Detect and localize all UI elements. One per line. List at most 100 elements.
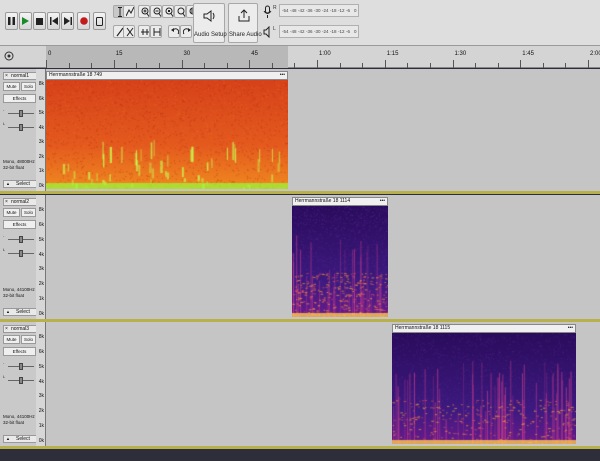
meter-tick-label: 0	[354, 8, 357, 13]
frequency-label: 2k	[38, 408, 44, 415]
pan-slider-knob[interactable]	[19, 124, 23, 131]
share-audio-button[interactable]: Share Audio	[228, 3, 262, 43]
collapse-arrow-icon[interactable]: ▲	[6, 181, 10, 187]
pan-slider[interactable]	[8, 124, 34, 131]
collapse-arrow-icon[interactable]: ▲	[6, 436, 10, 442]
close-icon[interactable]: ×	[5, 73, 8, 79]
track-control-panel[interactable]: × normal2 ▼ Mute Solo Effects - + L R Mo…	[0, 195, 46, 319]
envelope-icon	[126, 7, 134, 17]
undo-button[interactable]	[168, 25, 180, 38]
track-format-info: Mono, 44100Hz 32-bit float	[3, 287, 35, 299]
solo-button[interactable]: Solo	[21, 82, 36, 91]
effects-button[interactable]: Effects	[3, 94, 36, 103]
audacity-window: Audio Setup Share Audio R -54 -48 -42 -36 -3…	[0, 0, 600, 461]
skip-start-button[interactable]	[47, 12, 60, 30]
stop-button[interactable]	[33, 12, 46, 30]
skip-end-button[interactable]	[61, 12, 74, 30]
ruler-minor-tick	[271, 63, 273, 68]
play-meter-label-l: L	[273, 26, 276, 32]
track-separator[interactable]	[0, 191, 600, 194]
ruler-tick	[46, 60, 47, 68]
trim-button[interactable]	[138, 25, 150, 38]
timeline-options-icon[interactable]	[4, 51, 14, 61]
pan-slider[interactable]	[8, 250, 34, 257]
close-icon[interactable]: ×	[5, 199, 8, 205]
pan-slider[interactable]	[8, 377, 34, 384]
meter-tick-label: -6	[346, 8, 351, 13]
clip-header[interactable]: Herrmannstraße 18 749 •••	[46, 71, 288, 80]
fit-selection-button[interactable]	[162, 5, 174, 18]
envelope-tool[interactable]	[123, 5, 135, 18]
rec-meter-label-r: R	[273, 5, 277, 11]
redo-button[interactable]	[180, 25, 192, 38]
spectrogram[interactable]	[46, 80, 288, 189]
frequency-ruler[interactable]: 8k 6k 5k 4k 3k 2k 1k 0k	[36, 69, 46, 191]
frequency-label: 4k	[38, 251, 44, 258]
record-meter[interactable]: -54 -48 -42 -36 -30 -24 -18 -12 -6 0	[279, 4, 359, 17]
record-button[interactable]	[77, 12, 90, 30]
multi-tool[interactable]	[123, 25, 135, 38]
playback-meter[interactable]: -54 -48 -42 -36 -30 -24 -18 -12 -6 0	[279, 25, 359, 38]
silence-button[interactable]	[150, 25, 162, 38]
gain-slider-knob[interactable]	[19, 363, 23, 370]
effects-button[interactable]: Effects	[3, 220, 36, 229]
spectrogram[interactable]	[392, 333, 576, 444]
clip-header[interactable]: Herrmannstraße 18 1114 •••	[292, 197, 388, 206]
gain-slider[interactable]	[8, 363, 34, 370]
solo-button[interactable]: Solo	[21, 335, 36, 344]
fit-project-button[interactable]	[174, 5, 186, 18]
timeline-ruler[interactable]: 0 15 30 45 1:00 1:15 1:30 1:45 2:00	[0, 46, 600, 68]
ruler-minor-tick	[226, 63, 228, 68]
zoom-in-icon	[141, 7, 149, 17]
pan-slider-knob[interactable]	[19, 377, 23, 384]
effects-button[interactable]: Effects	[3, 347, 36, 356]
clip-header[interactable]: Herrmannstraße 18 1115 •••	[392, 324, 576, 333]
track-name-label: normal2	[11, 199, 30, 205]
frequency-ruler[interactable]: 8k 6k 5k 4k 3k 2k 1k 0k	[36, 195, 46, 319]
meter-tick-label: -30	[314, 29, 321, 34]
ruler-minor-tick	[158, 63, 160, 68]
clip-menu-icon[interactable]: •••	[280, 72, 285, 79]
pause-icon	[8, 17, 15, 25]
zoom-in-button[interactable]	[138, 5, 150, 18]
gain-slider-knob[interactable]	[19, 110, 23, 117]
clip-menu-icon[interactable]: •••	[380, 198, 385, 205]
gain-slider-knob[interactable]	[19, 236, 23, 243]
mute-button[interactable]: Mute	[3, 208, 20, 217]
record-icon	[79, 17, 88, 25]
collapse-arrow-icon[interactable]: ▲	[6, 309, 10, 315]
mute-button[interactable]: Mute	[3, 335, 20, 344]
zoom-out-button[interactable]	[150, 5, 162, 18]
audio-clip[interactable]: Herrmannstraße 18 1114 •••	[292, 197, 388, 317]
frequency-ruler[interactable]: 8k 6k 5k 4k 3k 2k 1k 0k	[36, 322, 46, 446]
track-control-panel[interactable]: × normal1 ▼ Mute Solo Effects - + L R Mo…	[0, 69, 46, 191]
track-separator[interactable]	[0, 446, 600, 449]
pan-left-label: L	[3, 121, 6, 126]
audio-clip[interactable]: Herrmannstraße 18 1115 •••	[392, 324, 576, 444]
audio-clip[interactable]: Herrmannstraße 18 749 •••	[46, 71, 288, 189]
frequency-label: 1k	[38, 168, 44, 175]
silence-icon	[153, 28, 161, 36]
close-icon[interactable]: ×	[5, 326, 8, 332]
track-control-panel[interactable]: × normal3 ▼ Mute Solo Effects - + L R Mo…	[0, 322, 46, 446]
loop-button[interactable]	[93, 12, 106, 30]
spectrogram[interactable]	[292, 206, 388, 317]
pause-button[interactable]	[5, 12, 18, 30]
pan-slider-knob[interactable]	[19, 250, 23, 257]
gain-slider[interactable]	[8, 110, 34, 117]
clip-menu-icon[interactable]: •••	[568, 325, 573, 332]
play-button[interactable]	[19, 12, 32, 30]
gain-slider[interactable]	[8, 236, 34, 243]
frequency-label: 3k	[38, 393, 44, 400]
audio-setup-button[interactable]: Audio Setup	[193, 3, 227, 43]
frequency-label: 4k	[38, 378, 44, 385]
frequency-label: 0k	[38, 311, 44, 317]
share-icon	[238, 9, 250, 22]
solo-button[interactable]: Solo	[21, 208, 36, 217]
track-name-label: normal3	[11, 326, 30, 332]
track-1: × normal1 ▼ Mute Solo Effects - + L R Mo…	[0, 69, 600, 191]
mute-button[interactable]: Mute	[3, 82, 20, 91]
meter-tick-label: -24	[322, 29, 329, 34]
frequency-label: 1k	[38, 423, 44, 430]
ruler-minor-tick	[497, 63, 499, 68]
